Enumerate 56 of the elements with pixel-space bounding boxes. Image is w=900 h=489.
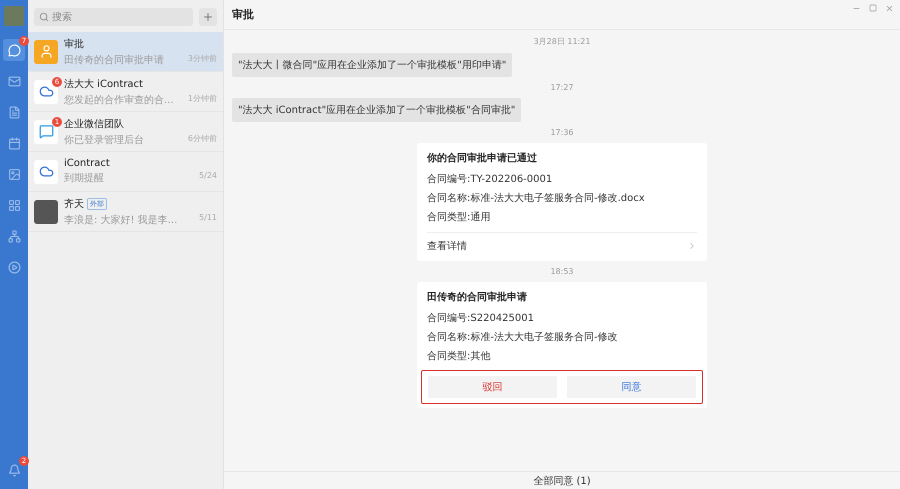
message-time: 5/24 — [199, 171, 217, 182]
timestamp: 3月28日 11:21 — [534, 36, 590, 47]
document-icon — [8, 106, 20, 118]
chat-bubble-icon — [38, 124, 54, 139]
card-title: 你的合同审批申请已通过 — [427, 151, 538, 165]
card-detail: 合同名称:标准-法大大电子签服务合同-修改 — [427, 330, 619, 344]
card-detail: 合同编号:TY-202206-0001 — [427, 172, 554, 186]
add-button[interactable] — [199, 8, 217, 26]
person-icon — [38, 44, 54, 59]
cloud-icon — [38, 84, 54, 99]
contact-name: 企业微信团队 — [64, 118, 124, 130]
system-message: "法大大丨微合同"应用在企业添加了一个审批模板"用印申请" — [232, 53, 512, 77]
org-chart-icon — [8, 230, 20, 242]
card-detail: 合同编号:S220425001 — [427, 312, 535, 325]
search-field[interactable]: 搜索 — [34, 8, 193, 26]
contact-name: 齐天 — [64, 198, 84, 210]
message-preview: 你已登录管理后台 — [64, 134, 144, 146]
contact-name: 审批 — [64, 38, 84, 50]
message-time: 6分钟前 — [188, 132, 217, 144]
conversation-item[interactable]: 审批 田传奇的合同审批申请 3分钟前 — [28, 32, 223, 72]
contact-name: iContract — [64, 158, 110, 169]
message-time: 1分钟前 — [188, 92, 217, 104]
calendar-icon — [8, 136, 20, 150]
maximize-icon[interactable] — [869, 4, 877, 12]
timestamp: 17:36 — [550, 128, 574, 137]
play-icon — [8, 260, 20, 274]
approve-all-button[interactable]: 全部同意 (1) — [533, 474, 591, 488]
plus-icon — [202, 11, 214, 23]
bell-icon — [8, 464, 20, 476]
card-title: 田传奇的合同审批申请 — [427, 290, 528, 304]
photo-placeholder — [34, 200, 58, 224]
message-preview: 李浪是: 大家好! 我是李... — [64, 214, 178, 226]
message-preview: 您发起的合作审查的合... — [64, 94, 174, 106]
message-preview: 田传奇的合同审批申请 — [64, 54, 164, 66]
reject-button[interactable]: 驳回 — [428, 376, 557, 398]
mail-icon — [8, 74, 20, 88]
close-icon[interactable] — [885, 4, 894, 13]
card-detail: 合同类型:通用 — [427, 210, 492, 224]
message-time: 5/11 — [199, 212, 217, 224]
message-time: 3分钟前 — [188, 52, 217, 64]
image-icon — [8, 168, 20, 180]
system-message: "法大大 iContract"应用在企业添加了一个审批模板"合同审批" — [232, 98, 522, 122]
contact-name: 法大大 iContract — [64, 78, 143, 90]
avatar-photo — [4, 6, 24, 26]
card-detail: 合同类型:其他 — [427, 350, 492, 363]
message-preview: 到期提醒 — [64, 172, 104, 185]
chat-title: 审批 — [232, 7, 254, 22]
chat-icon — [8, 44, 20, 56]
grid-icon — [8, 198, 20, 212]
conversation-item[interactable]: iContract 到期提醒 5/24 — [28, 152, 223, 192]
view-details-link[interactable]: 查看详情 — [427, 232, 697, 253]
approve-button[interactable]: 同意 — [567, 376, 696, 398]
cloud-icon — [38, 164, 54, 179]
card-detail: 合同名称:标准-法大大电子签服务合同-修改.docx — [427, 192, 646, 205]
timestamp: 17:27 — [550, 83, 574, 92]
timestamp: 18:53 — [550, 267, 574, 276]
